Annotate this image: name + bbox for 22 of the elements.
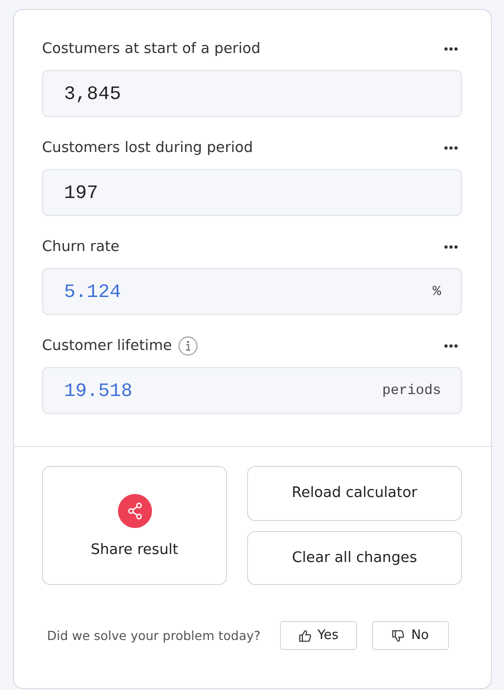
input-field[interactable]: 5.124 % xyxy=(42,268,462,315)
field-label: Costumers at start of a period xyxy=(42,41,260,57)
thumbs-up-icon xyxy=(298,628,312,642)
no-button[interactable]: No xyxy=(372,621,449,650)
info-icon[interactable] xyxy=(178,336,198,356)
input-field[interactable]: 19.518 periods xyxy=(42,367,462,414)
input-field[interactable]: 3,845 xyxy=(42,70,462,117)
field-label: Customers lost during period xyxy=(42,140,253,156)
more-options-icon[interactable] xyxy=(444,245,458,249)
share-icon xyxy=(118,494,152,528)
more-options-icon[interactable] xyxy=(444,146,458,150)
more-options-icon[interactable] xyxy=(444,344,458,348)
field-label: Churn rate xyxy=(42,239,120,255)
yes-button[interactable]: Yes xyxy=(280,621,357,650)
action-button[interactable]: Reload calculator xyxy=(247,466,462,520)
feedback-question: Did we solve your problem today? xyxy=(47,628,261,643)
share-result-button[interactable]: Share result xyxy=(42,466,227,585)
thumbs-down-icon xyxy=(391,628,406,642)
action-button[interactable]: Clear all changes xyxy=(247,530,462,585)
more-options-icon[interactable] xyxy=(444,47,458,51)
input-field[interactable]: 197 xyxy=(42,169,462,216)
field-label: Customer lifetime xyxy=(42,338,172,354)
